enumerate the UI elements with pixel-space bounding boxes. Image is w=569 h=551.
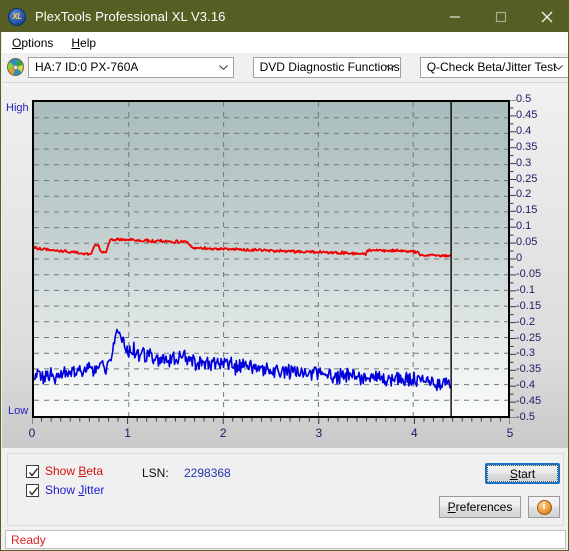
toolbar: HA:7 ID:0 PX-760A DVD Diagnostic Functio… [2,53,568,81]
show-beta-checkbox[interactable] [26,464,39,478]
status-text: Ready [11,532,46,547]
drive-select-value: HA:7 ID:0 PX-760A [35,60,139,74]
y-tick-label: 0.25 [516,172,538,185]
lsn-label: LSN: [142,466,169,480]
y-tick-label: 0.5 [516,93,532,105]
y-tick-label: -0.05 [516,267,542,280]
y-tick-label: -0.5 [516,411,535,423]
preferences-button[interactable]: Preferences [439,496,521,518]
axis-high-label: High [6,102,29,114]
close-button[interactable] [524,1,568,32]
x-tick-label: 3 [315,426,323,440]
function-select-value: DVD Diagnostic Functions [259,60,400,74]
y-tick-label: -0.1 [516,283,535,296]
test-select-value: Q-Check Beta/Jitter Test [426,60,557,74]
drive-select[interactable]: HA:7 ID:0 PX-760A [28,56,234,78]
test-select[interactable]: Q-Check Beta/Jitter Test [419,56,568,78]
x-axis-ticks [32,418,510,424]
y-tick-label: -0.35 [516,363,542,376]
menu-bar: Options Help [2,32,568,53]
status-bar: Ready [5,530,566,549]
lsn-value: 2298368 [184,466,231,480]
function-select[interactable]: DVD Diagnostic Functions [252,56,401,78]
check-icon [29,467,38,476]
y-tick-label: -0.25 [516,331,542,344]
series-beta [34,237,451,258]
x-tick-label: 1 [124,426,131,440]
y-tick-label: -0.3 [516,347,535,360]
plot-area [32,100,510,418]
series-jitter [34,328,452,392]
y-tick-label: -0.45 [516,395,542,408]
vertical-gridlines [128,102,414,416]
gridlines [34,117,508,401]
title-bar: XL PlexTools Professional XL V3.16 [1,1,568,32]
application-window: XL PlexTools Professional XL V3.16 Optio… [0,0,569,551]
app-logo-icon: XL [8,7,26,26]
plot-svg [34,102,508,416]
show-jitter-checkbox-row[interactable]: Show Jitter [26,483,104,497]
preferences-button-label: Preferences [447,500,513,514]
axis-low-label: Low [8,405,29,417]
y-tick-label: 0.3 [516,156,532,169]
x-tick-label: 4 [411,426,418,440]
show-beta-checkbox-row[interactable]: Show Beta [26,464,103,478]
minimize-button[interactable] [432,1,478,32]
y-tick-label: 0.4 [516,124,532,137]
menu-item-options-label: ptions [21,35,54,50]
y-tick-label: 0.35 [516,140,538,153]
menu-item-options[interactable]: Options [4,34,61,52]
chevron-down-icon [385,65,395,70]
x-tick-label: 0 [28,426,36,440]
disc-icon [7,58,25,76]
y-tick-label: -0.2 [516,315,535,328]
maximize-icon [495,11,507,22]
show-beta-label: Show Beta [45,464,104,478]
y-tick-label: 0.2 [516,188,532,201]
start-button-inner: Start [487,465,558,482]
x-tick-label: 5 [506,426,514,440]
y-tick-label: 0.1 [516,220,532,233]
maximize-button[interactable] [478,1,524,32]
minimize-icon [450,15,460,18]
data-series-layer [34,237,452,392]
x-tick-label: 2 [219,426,227,440]
show-jitter-label: Show Jitter [45,483,105,497]
menu-item-help-label: elp [80,35,97,50]
check-icon [29,486,38,495]
y-tick-label: 0 [516,252,523,264]
y-tick-label: -0.4 [516,379,535,392]
y-tick-label: 0.05 [516,236,538,249]
start-button[interactable]: Start [485,463,560,484]
y-tick-label: 0.45 [516,108,538,121]
window-title: PlexTools Professional XL V3.16 [35,9,226,24]
close-icon [541,11,553,22]
show-jitter-checkbox[interactable] [26,483,39,497]
y-tick-label: 0.15 [516,204,538,217]
menu-item-help[interactable]: Help [63,34,104,52]
info-button[interactable]: i [528,496,560,518]
chart-panel: High Low 0.5 0.45 0.4 0.35 0.3 0.25 0.2 0.15 0.1… [2,82,568,448]
controls-panel: Show Beta Show Jitter LSN: 2298368 Start… [7,453,564,526]
info-icon: i [536,499,552,515]
chevron-down-icon [218,65,228,70]
chevron-down-icon [554,65,563,70]
y-tick-label: -0.15 [516,299,542,312]
